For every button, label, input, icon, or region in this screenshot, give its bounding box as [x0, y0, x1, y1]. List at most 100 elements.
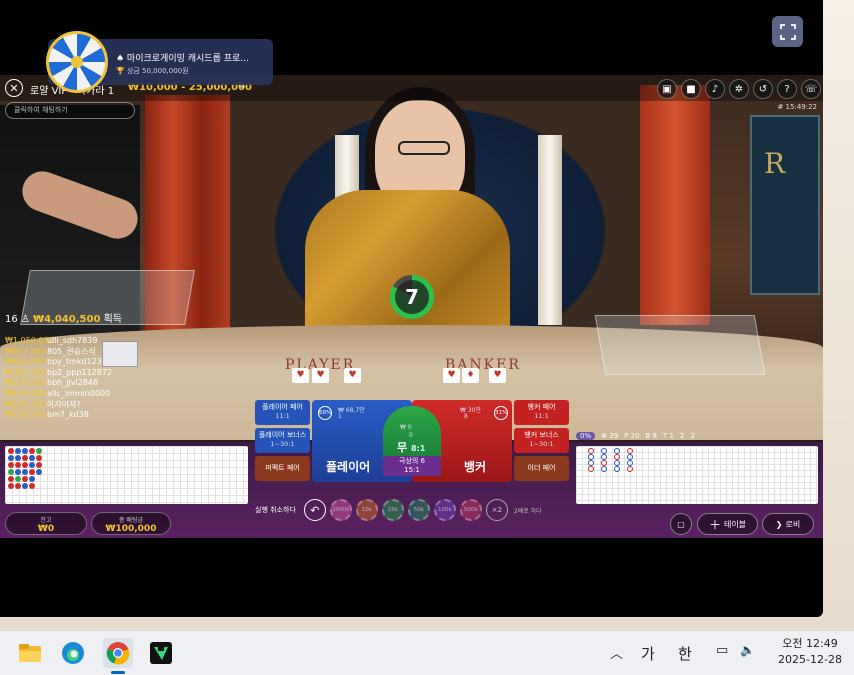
winner-row: ₩146,250아자아자? [5, 399, 81, 409]
total-bet-value: ₩100,000 [105, 524, 157, 534]
ime-mode-2[interactable]: 한 [678, 643, 692, 664]
video-icon[interactable]: ■ [681, 79, 701, 99]
winner-row: ₩195,000bph_jjvl2848 [5, 378, 98, 388]
banker-percent: 31% [494, 406, 508, 420]
chat-input[interactable]: 클릭하여 채팅하기 [5, 102, 135, 119]
bead-marker [29, 455, 35, 461]
game-window: ♠ 마이크로게이밍 캐시드롭 프로... 🏆 상금 50,000,000원 R … [0, 0, 823, 617]
live-game-view: R PLAYER BANKER ♥ ♥ ♥ ♥ ♦ ♥ 7 ✕ 로얄 VIP ·… [0, 75, 823, 538]
banker-pair-bet[interactable]: 뱅커 페어 11:1 [514, 400, 569, 425]
discard-tray [594, 315, 766, 375]
ime-mode-1[interactable]: 가 [641, 643, 655, 664]
system-clock[interactable]: 오전 12:49 2025-12-28 [770, 636, 850, 668]
help-icon[interactable]: ? [777, 79, 797, 99]
banker-bonus-bet[interactable]: 뱅커 보너스 1~30:1 [514, 428, 569, 453]
casino-logo-panel: R [750, 115, 820, 295]
dealer-body [305, 190, 510, 345]
chip-50k[interactable]: 50k [407, 499, 430, 521]
game-round-time: # 15:49:22 [777, 103, 817, 111]
network-icon[interactable]: ▭ [716, 643, 728, 658]
either-pair-bet[interactable]: 이더 페어 [514, 456, 569, 481]
bead-marker [29, 462, 35, 468]
pillar [538, 135, 562, 325]
player-card: ♥ [292, 368, 309, 383]
active-app-indicator [111, 671, 125, 674]
bead-marker [8, 455, 14, 461]
fullscreen-icon [779, 23, 796, 40]
lobby-label: 로비 [785, 519, 801, 529]
curtain [640, 85, 710, 325]
taskbar: ︿ 가 한 ▭ 🔈 오전 12:49 2025-12-28 [0, 630, 854, 675]
bead-marker [22, 483, 28, 489]
file-explorer-icon[interactable] [15, 638, 45, 668]
bead-road[interactable] [5, 446, 248, 504]
chip-2000k[interactable]: 2000k [329, 499, 352, 521]
bead-marker [29, 448, 35, 454]
clock-time: 오전 12:49 [782, 637, 838, 650]
tie-wins: T 1 [662, 431, 674, 440]
promo-title: ♠ 마이크로게이밍 캐시드롭 프로... [116, 54, 249, 64]
close-game-button[interactable]: ✕ [5, 79, 23, 97]
lobby-arrow-icon: ❯ [775, 519, 783, 529]
bead-marker [29, 476, 35, 482]
double-label: 2배로 하다 [513, 507, 542, 515]
edge-browser-icon[interactable] [58, 638, 88, 668]
player-amount: ₩ 68,7만 [338, 407, 365, 414]
bead-marker [15, 469, 21, 475]
chrome-browser-icon[interactable] [103, 638, 133, 668]
bead-marker [22, 469, 28, 475]
prize-wheel-icon[interactable] [46, 31, 108, 93]
double-bet-button[interactable]: ×2 [485, 499, 508, 521]
bead-marker [15, 476, 21, 482]
banker-wins: B 8 [645, 431, 657, 440]
total-bet-display: 총 배팅금 ₩100,000 [91, 512, 171, 535]
total-bet-label: 총 배팅금 [119, 517, 143, 524]
chip-100k[interactable]: 100k [433, 499, 456, 521]
perfect-pair-bet[interactable]: 퍼펙트 페어 [255, 456, 310, 481]
player-card: ♥ [344, 368, 361, 383]
undo-button[interactable]: ↶ [303, 499, 326, 521]
player-pair-bet[interactable]: 플레이어 페어 11:1 [255, 400, 310, 425]
winner-row: ₩382,500bp2_ppp112872 [5, 367, 113, 377]
add-table-button[interactable]: ＋ 테이블 [697, 513, 758, 535]
chip-500k[interactable]: 500k [459, 499, 482, 521]
history-icon[interactable]: ↺ [753, 79, 773, 99]
logo-letter: R [764, 147, 786, 180]
winner-row: ₩195,000allc_lmmin0000 [5, 388, 111, 398]
super-six-bet[interactable]: 극상의 6 15:1 [383, 456, 441, 476]
chat-toggle-button[interactable]: ▢ [670, 513, 692, 535]
volume-icon[interactable]: 🔈 [740, 643, 755, 657]
bead-marker [15, 448, 21, 454]
fullscreen-button[interactable] [772, 16, 803, 47]
game-app-icon[interactable] [146, 638, 176, 668]
chip-10k[interactable]: 10k [355, 499, 378, 521]
dealer-glasses [398, 141, 450, 155]
bet-timer: 7 [390, 275, 434, 319]
bead-marker [8, 469, 14, 475]
tray-overflow-chevron-icon[interactable]: ︿ [610, 643, 623, 662]
banker-pair-count: 2 [690, 431, 695, 440]
tie-count: 0 [409, 432, 413, 439]
bead-marker [36, 448, 42, 454]
big-road[interactable] [576, 446, 818, 504]
bead-marker [8, 483, 14, 489]
settings-gear-icon[interactable]: ✲ [729, 79, 749, 99]
bead-marker [15, 462, 21, 468]
chat-icon[interactable]: ▣ [657, 79, 677, 99]
player-bonus-bet[interactable]: 플레이어 보너스 1~30:1 [255, 428, 310, 453]
road-marker [601, 466, 607, 472]
bead-marker [22, 455, 28, 461]
player-percent: 69% [318, 406, 332, 420]
sound-icon[interactable]: ♪ [705, 79, 725, 99]
bead-marker [29, 469, 35, 475]
shoe-stats: 0% # 29 P 20 B 8 T 1 2 2 [576, 429, 818, 442]
bead-marker [22, 476, 28, 482]
road-marker [614, 466, 620, 472]
winners-list: ₩1,050,000ulli_sdh7839 ₩877,500805_권승스식 … [5, 336, 112, 421]
winners-summary: 16 ♙ ₩4,040,500 획득 [5, 314, 122, 325]
bead-marker [29, 483, 35, 489]
lobby-button[interactable]: ❯ 로비 [762, 513, 814, 535]
winner-row: ₩1,050,000ulli_sdh7839 [5, 336, 98, 345]
chip-25k[interactable]: 25k [381, 499, 404, 521]
support-icon[interactable]: ☏ [801, 79, 821, 99]
